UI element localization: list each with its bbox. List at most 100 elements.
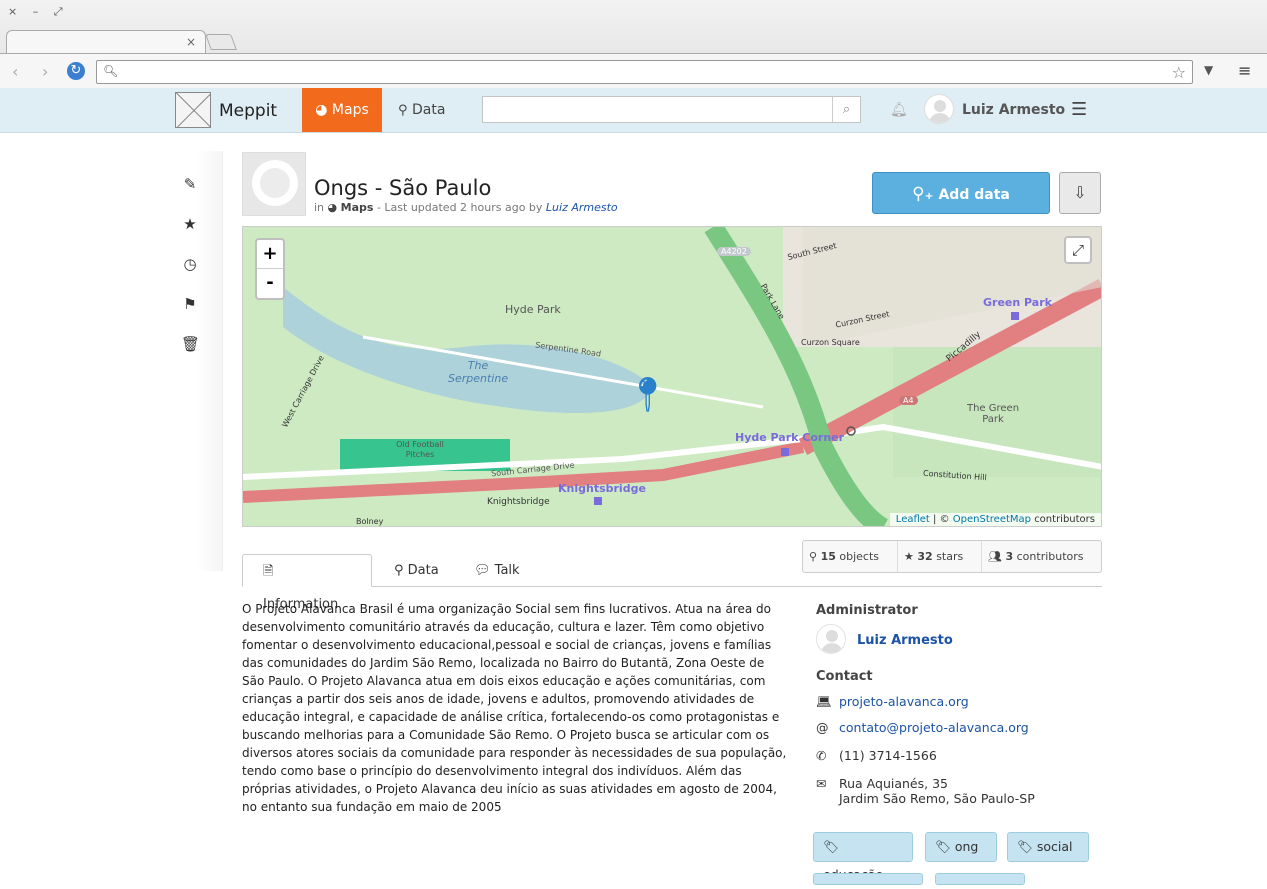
action-sidebar: ✎ ★ ◷ ⚑ 🗑︎ [155,151,223,571]
address-line-1: Rua Aquianés, 35 [839,776,948,791]
tab-talk[interactable]: 💬︎ Talk [454,554,540,587]
contact-address-2: Jardim São Remo, São Paulo-SP [839,791,1035,806]
tag-partial[interactable] [935,873,1025,885]
trash-icon[interactable]: 🗑︎ [181,335,200,353]
avatar[interactable] [816,624,846,654]
add-data-button[interactable]: ⚲₊ Add data [872,172,1050,214]
expand-icon: ⤢ [1071,241,1084,259]
map-label-a4: A4 [899,396,918,405]
administrator-link[interactable]: Luiz Armesto [857,633,953,648]
attribution-sep: | © [933,514,950,525]
edit-pencil-icon[interactable]: ✎ [181,175,199,193]
contact-heading: Contact [816,669,873,684]
meta-prefix: in [314,201,325,214]
download-button[interactable]: ⇩ [1059,172,1101,214]
search-icon: 🔍︎ [103,64,119,78]
browser-tab[interactable]: × [6,30,206,54]
nav-data[interactable]: ⚲ Data [398,88,445,132]
map-meta: in ◕ Maps - Last updated 2 hours ago by … [314,201,618,214]
avatar[interactable] [924,94,954,124]
laptop-icon: 💻︎ [816,694,832,709]
browser-toolbar: ‹ › ↻ 🔍︎ ☆ ▼ ≡ [0,53,1267,88]
search-button[interactable]: ⌕ [832,97,860,122]
menu-icon[interactable]: ☰ [1071,99,1087,120]
map-label-hyde-park-corner: Hyde Park Corner [735,431,845,444]
window-controls[interactable]: × – ⤢ [8,5,69,19]
flag-icon[interactable]: ⚑ [181,295,199,313]
globe-icon: ◕ [315,102,328,118]
attribution-suffix: contributors [1034,514,1095,525]
map-label-football: Old Football Pitches [396,440,444,459]
meta-section[interactable]: Maps [341,201,374,214]
map-thumbnail [242,152,306,216]
contact-website: 💻︎ projeto-alavanca.org [816,694,969,710]
logo-icon[interactable] [175,92,211,128]
phone-text: (11) 3714-1566 [839,748,937,763]
map-marker-icon: ⚲ [394,563,404,578]
zoom-control: + - [255,238,285,300]
contact-address: ✉ Rua Aquianés, 35 [816,776,948,791]
tag-partial[interactable] [813,873,923,885]
tag-ong[interactable]: 🏷︎ ong [925,832,997,862]
browser-menu-icon[interactable]: ≡ [1238,61,1251,80]
bookmark-star-icon[interactable]: ☆ [1172,63,1186,82]
new-tab-button[interactable] [205,34,237,50]
fullscreen-button[interactable]: ⤢ [1064,236,1092,264]
osm-link[interactable]: OpenStreetMap [953,514,1031,525]
tag-educacao[interactable]: 🏷︎ educação [813,832,913,882]
tab-data[interactable]: ⚲ Data [374,554,459,587]
map-label-a4202: A4202 [717,247,751,256]
nav-maps[interactable]: ◕ Maps [302,88,382,132]
email-link[interactable]: contato@projeto-alavanca.org [839,720,1029,735]
comment-icon: 💬︎ [474,563,491,578]
notifications-bell-icon[interactable]: 🔔︎ [890,102,908,118]
search-input[interactable]: ⌕ [482,96,861,123]
leaflet-link[interactable]: Leaflet [896,514,930,525]
website-link[interactable]: projeto-alavanca.org [839,694,969,709]
content-tabs: 🗎︎ Information ⚲ Data 💬︎ Talk [242,554,1102,612]
map-label-hyde-park: Hyde Park [505,303,561,316]
user-name[interactable]: Luiz Armesto [962,102,1065,118]
reload-icon[interactable]: ↻ [67,62,85,80]
map-label-bolney: Bolney [356,517,384,526]
contact-email: @ contato@projeto-alavanca.org [816,720,1029,735]
history-clock-icon[interactable]: ◷ [181,255,199,273]
map-label-green-park: Green Park [983,296,1052,309]
envelope-icon: ✉ [816,776,827,791]
globe-icon [252,160,298,206]
address-bar[interactable]: 🔍︎ ☆ [96,60,1193,84]
page-title: Ongs - São Paulo [314,176,492,200]
brand-name[interactable]: Meppit [219,101,277,121]
map-label-knightsbridge-road: Knightsbridge [487,497,550,507]
tab-talk-label: Talk [494,563,520,578]
forward-icon[interactable]: › [42,62,48,81]
at-icon: @ [816,720,829,735]
tag-social[interactable]: 🏷︎ social [1007,832,1089,862]
map-label-the-green-park: The Green Park [966,403,1020,425]
map-view[interactable]: Hyde Park Serpentine Road The Serpentine… [242,226,1102,527]
meta-author-link[interactable]: Luiz Armesto [546,201,618,214]
meta-updated: - Last updated 2 hours ago by [376,201,543,214]
document-icon: 🗎︎ [263,564,274,579]
phone-icon: ✆ [816,748,827,763]
tag-icon: 🏷︎ [1017,839,1033,854]
add-data-label: Add data [938,187,1010,203]
map-label-serpentine: The Serpentine [448,359,509,385]
zoom-out-button[interactable]: - [257,269,283,298]
administrator-heading: Administrator [816,603,918,618]
nav-data-label: Data [411,102,446,118]
map-label-curzon-square: Curzon Square [801,338,860,347]
contact-phone: ✆ (11) 3714-1566 [816,748,937,763]
back-icon[interactable]: ‹ [12,62,18,81]
app-header: Meppit ◕ Maps ⚲ Data ⌕ 🔔︎ Luiz Armesto ☰ [0,88,1267,133]
star-icon[interactable]: ★ [181,215,199,233]
map-tiles [243,227,1101,526]
tab-information[interactable]: 🗎︎ Information [242,554,372,612]
dropdown-icon[interactable]: ▼ [1204,63,1213,77]
tag-icon: 🏷︎ [823,839,839,854]
zoom-in-button[interactable]: + [257,240,283,269]
nav-maps-label: Maps [331,102,369,118]
tab-close-icon[interactable]: × [186,35,196,49]
map-description: O Projeto Alavanca Brasil é uma organiza… [242,602,787,814]
map-marker-icon[interactable]: 📍︎ [626,375,669,415]
